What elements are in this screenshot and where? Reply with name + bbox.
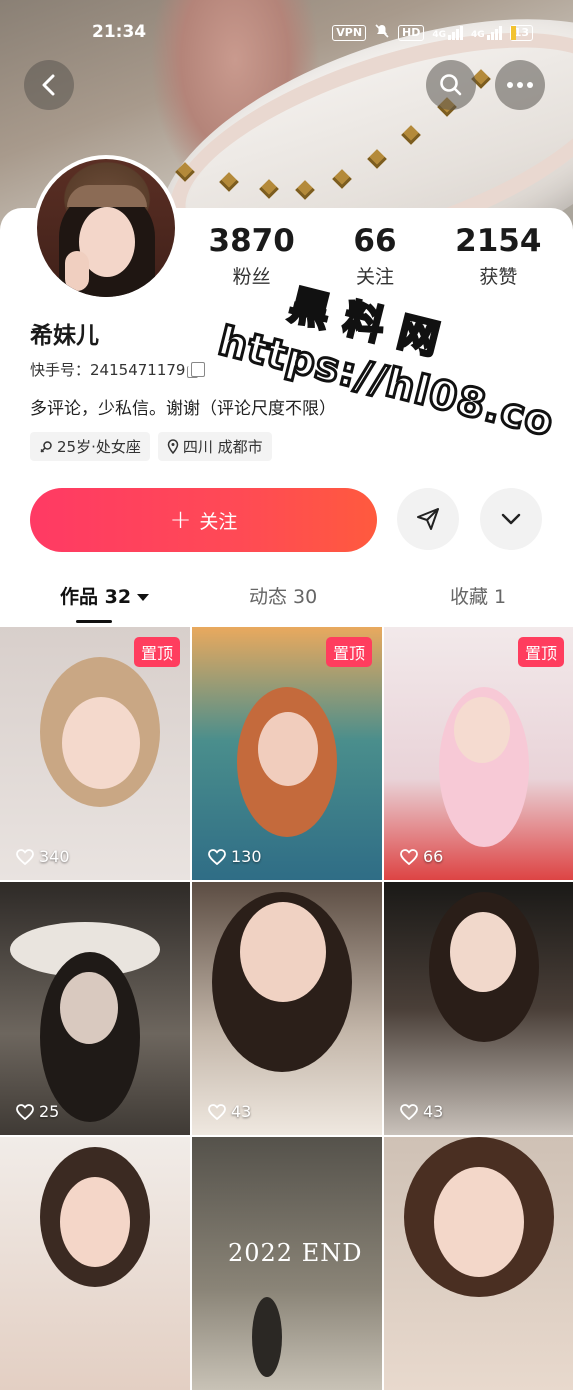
caret-down-icon <box>137 594 150 601</box>
heart-icon <box>400 1103 418 1120</box>
works-grid: 置顶 340 置顶 130 置顶 66 25 43 43 2022 END <box>0 627 573 1390</box>
gender-icon <box>40 440 52 453</box>
hd-badge: HD <box>398 24 425 41</box>
video-tile[interactable] <box>384 1137 573 1390</box>
search-icon <box>440 74 462 96</box>
signal-icon-2: 4G <box>471 25 502 40</box>
stat-likes[interactable]: 2154 获赞 <box>437 222 560 289</box>
profile-tags: 25岁·处女座 四川 成都市 <box>30 432 272 461</box>
search-button[interactable] <box>426 60 476 110</box>
kuaishou-id-label: 快手号：2415471179 <box>30 361 186 379</box>
heart-icon <box>400 848 418 865</box>
stat-followers[interactable]: 3870 粉丝 <box>190 222 313 289</box>
like-count: 25 <box>16 1102 59 1121</box>
tab-dynamic[interactable]: 动态 30 <box>249 582 317 609</box>
video-overlay-text: 2022 END <box>228 1239 363 1267</box>
video-tile[interactable] <box>0 1137 190 1390</box>
copy-icon[interactable] <box>187 362 206 378</box>
more-button[interactable] <box>495 60 545 110</box>
back-button[interactable] <box>24 60 74 110</box>
video-tile[interactable]: 2022 END <box>192 1137 382 1390</box>
tag-location: 四川 成都市 <box>157 432 272 461</box>
video-tile[interactable]: 置顶 66 <box>384 627 573 880</box>
plus-icon: + <box>169 505 192 535</box>
heart-icon <box>16 1103 34 1120</box>
status-bar: 21:34 VPN HD 4G 4G 13 <box>0 18 573 48</box>
send-message-button[interactable] <box>397 488 459 550</box>
video-tile[interactable]: 置顶 340 <box>0 627 190 880</box>
location-icon <box>167 439 179 454</box>
like-count: 43 <box>208 1102 251 1121</box>
expand-button[interactable] <box>480 488 542 550</box>
profile-bio: 多评论，少私信。谢谢（评论尺度不限） <box>30 399 336 419</box>
mute-icon <box>374 23 390 42</box>
heart-icon <box>16 848 34 865</box>
profile-name: 希妹儿 <box>30 323 99 349</box>
like-count: 340 <box>16 847 70 866</box>
active-tab-indicator <box>76 620 112 623</box>
video-tile[interactable]: 置顶 130 <box>192 627 382 880</box>
heart-icon <box>208 848 226 865</box>
pinned-badge: 置顶 <box>133 637 180 667</box>
signal-icon: 4G <box>432 25 464 40</box>
video-tile[interactable]: 25 <box>0 882 190 1135</box>
tag-age-zodiac: 25岁·处女座 <box>30 432 150 461</box>
like-count: 130 <box>208 847 262 866</box>
avatar[interactable] <box>33 155 179 301</box>
send-icon <box>417 508 439 530</box>
tab-works[interactable]: 作品 32 <box>60 582 150 609</box>
vpn-badge: VPN <box>332 24 367 41</box>
content-tabs: 作品 32 动态 30 收藏 1 <box>0 582 573 626</box>
chevron-down-icon <box>501 513 521 525</box>
stat-following[interactable]: 66 关注 <box>313 222 436 289</box>
pinned-badge: 置顶 <box>325 637 372 667</box>
stats-row: 3870 粉丝 66 关注 2154 获赞 <box>190 222 560 289</box>
heart-icon <box>208 1103 226 1120</box>
battery-indicator: 13 <box>509 24 533 41</box>
video-tile[interactable]: 43 <box>192 882 382 1135</box>
kuaishou-id-row[interactable]: 快手号：2415471179 <box>30 359 206 380</box>
more-dots-icon <box>507 82 533 88</box>
follow-button[interactable]: + 关注 <box>30 488 377 552</box>
like-count: 43 <box>400 1102 443 1121</box>
status-time: 21:34 <box>92 22 147 42</box>
video-tile[interactable]: 43 <box>384 882 573 1135</box>
like-count: 66 <box>400 847 443 866</box>
back-arrow-icon <box>42 74 55 96</box>
pinned-badge: 置顶 <box>517 637 564 667</box>
tab-collections[interactable]: 收藏 1 <box>450 582 506 609</box>
